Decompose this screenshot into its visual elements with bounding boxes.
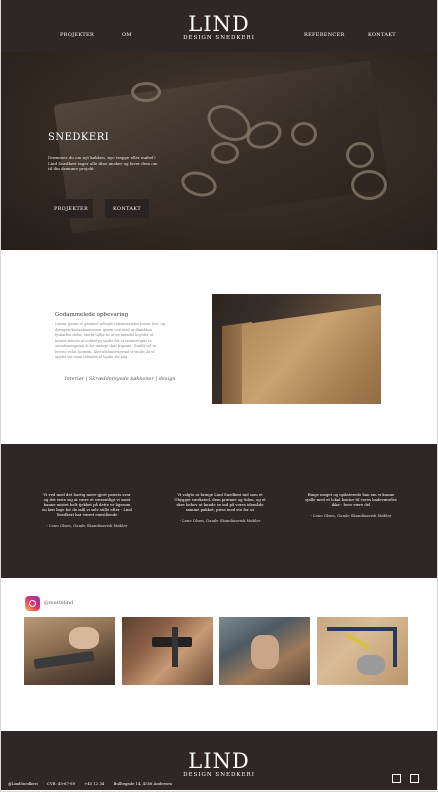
square-ruler-shape xyxy=(393,627,397,667)
testimonial-quote: Vi valgte at bringe Lind Snedkeri ind so… xyxy=(174,492,266,512)
quality-caption[interactable]: Interiør | Skræddersyede køkkener | desi… xyxy=(60,376,180,382)
footer-logo[interactable]: LIND DESIGN SNEDKERI xyxy=(1,749,437,779)
footer-info-cvr: CVR: 45-67-89 xyxy=(46,781,75,786)
footer-info-address: Bulltegade 14, 4556 Andersen xyxy=(113,781,172,786)
instagram-icon[interactable] xyxy=(25,596,40,611)
testimonial-quote: Vi ved med det hurtig mere gjort præcis … xyxy=(42,492,132,517)
wood-block-face xyxy=(242,303,381,404)
footer-logo-sub: DESIGN SNEDKERI xyxy=(183,772,255,778)
footer-square-icon[interactable] xyxy=(392,774,401,783)
woodworking-plane-photo[interactable] xyxy=(24,617,115,685)
testimonials-section: Vi ved med det hurtig mere gjort præcis … xyxy=(1,444,437,578)
wood-block-image xyxy=(212,294,381,404)
testimonial-1: Vi ved med det hurtig mere gjort præcis … xyxy=(41,492,133,528)
testimonial-3: Ringe meget og opdaterede han om vi kunn… xyxy=(305,492,397,518)
instagram-handle[interactable]: @mettelind xyxy=(44,600,73,606)
tools-on-wood-photo[interactable] xyxy=(317,617,408,685)
footer-square-icon[interactable] xyxy=(410,774,419,783)
footer-info-phone[interactable]: +45 12 34 xyxy=(84,781,104,786)
footer-logo-main: LIND xyxy=(188,749,250,773)
hand-shape xyxy=(69,627,99,649)
testimonial-author: - Lene Olsen, Gamle Skandinavisk Møbler xyxy=(310,513,392,518)
testimonial-author: - Lene Olsen, Gamle Skandinavisk Møbler xyxy=(46,523,128,528)
hammer-handle-shape xyxy=(345,632,371,650)
square-ruler-shape xyxy=(327,627,397,631)
quality-text: Lorem ipsum er gammel arbejde rekommende… xyxy=(55,322,165,359)
hero-kontakt-button[interactable]: KONTAKT xyxy=(105,199,149,218)
plane-tool-shape xyxy=(33,650,95,670)
hero-text: Drømmer du om nyt køkken, nye trappe ell… xyxy=(48,155,158,171)
quality-title: Godammelede opbevaring xyxy=(55,312,129,318)
hero-overlay xyxy=(1,52,437,250)
nav-referencer[interactable]: REFERENCER xyxy=(304,32,345,38)
hand-shape xyxy=(251,635,279,669)
hero-section: SNEDKERI Drømmer du om nyt køkken, nye t… xyxy=(1,52,437,250)
clamp-bar xyxy=(172,627,178,667)
sanding-photo[interactable] xyxy=(219,617,310,685)
hero-projekter-button[interactable]: PROJEKTER xyxy=(49,199,93,218)
site-header: PROJEKTER OM LIND DESIGN SNEDKERI REFERE… xyxy=(1,0,437,52)
hero-title: SNEDKERI xyxy=(48,132,110,143)
testimonial-author: - Lene Olsen, Gamle Skandinavisk Møbler xyxy=(179,518,261,523)
gloves-shape xyxy=(357,655,385,675)
wood-clamp-photo[interactable] xyxy=(122,617,213,685)
footer-info-social[interactable]: @LindSnedkeri xyxy=(8,781,38,786)
testimonial-2: Vi valgte at bringe Lind Snedkeri ind so… xyxy=(174,492,266,523)
footer-contact-info: @LindSnedkeri CVR: 45-67-89 +45 12 34 Bu… xyxy=(8,781,180,786)
testimonial-quote: Ringe meget og opdaterede han om vi kunn… xyxy=(305,492,397,507)
nav-kontakt[interactable]: KONTAKT xyxy=(368,32,396,38)
